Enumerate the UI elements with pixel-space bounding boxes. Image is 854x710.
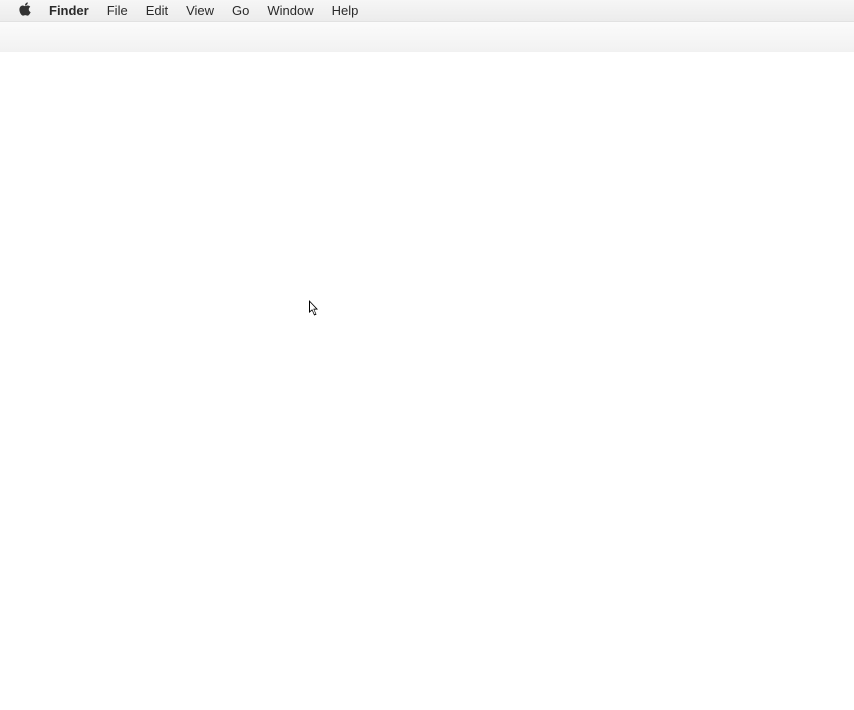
- menu-bar: Finder File Edit View Go Window Help: [0, 0, 854, 22]
- menu-go[interactable]: Go: [223, 0, 258, 21]
- desktop-area[interactable]: [0, 52, 854, 710]
- toolbar-strip: [0, 22, 854, 52]
- menu-edit-label: Edit: [146, 3, 168, 18]
- menu-file-label: File: [107, 3, 128, 18]
- app-name-menu[interactable]: Finder: [40, 0, 98, 21]
- menu-view[interactable]: View: [177, 0, 223, 21]
- menu-help-label: Help: [332, 3, 359, 18]
- menu-go-label: Go: [232, 3, 249, 18]
- menu-window[interactable]: Window: [258, 0, 322, 21]
- menu-edit[interactable]: Edit: [137, 0, 177, 21]
- apple-menu[interactable]: [18, 0, 40, 21]
- app-name-label: Finder: [49, 3, 89, 18]
- apple-logo-icon: [18, 2, 32, 19]
- menu-view-label: View: [186, 3, 214, 18]
- menu-help[interactable]: Help: [323, 0, 368, 21]
- menu-file[interactable]: File: [98, 0, 137, 21]
- menu-window-label: Window: [267, 3, 313, 18]
